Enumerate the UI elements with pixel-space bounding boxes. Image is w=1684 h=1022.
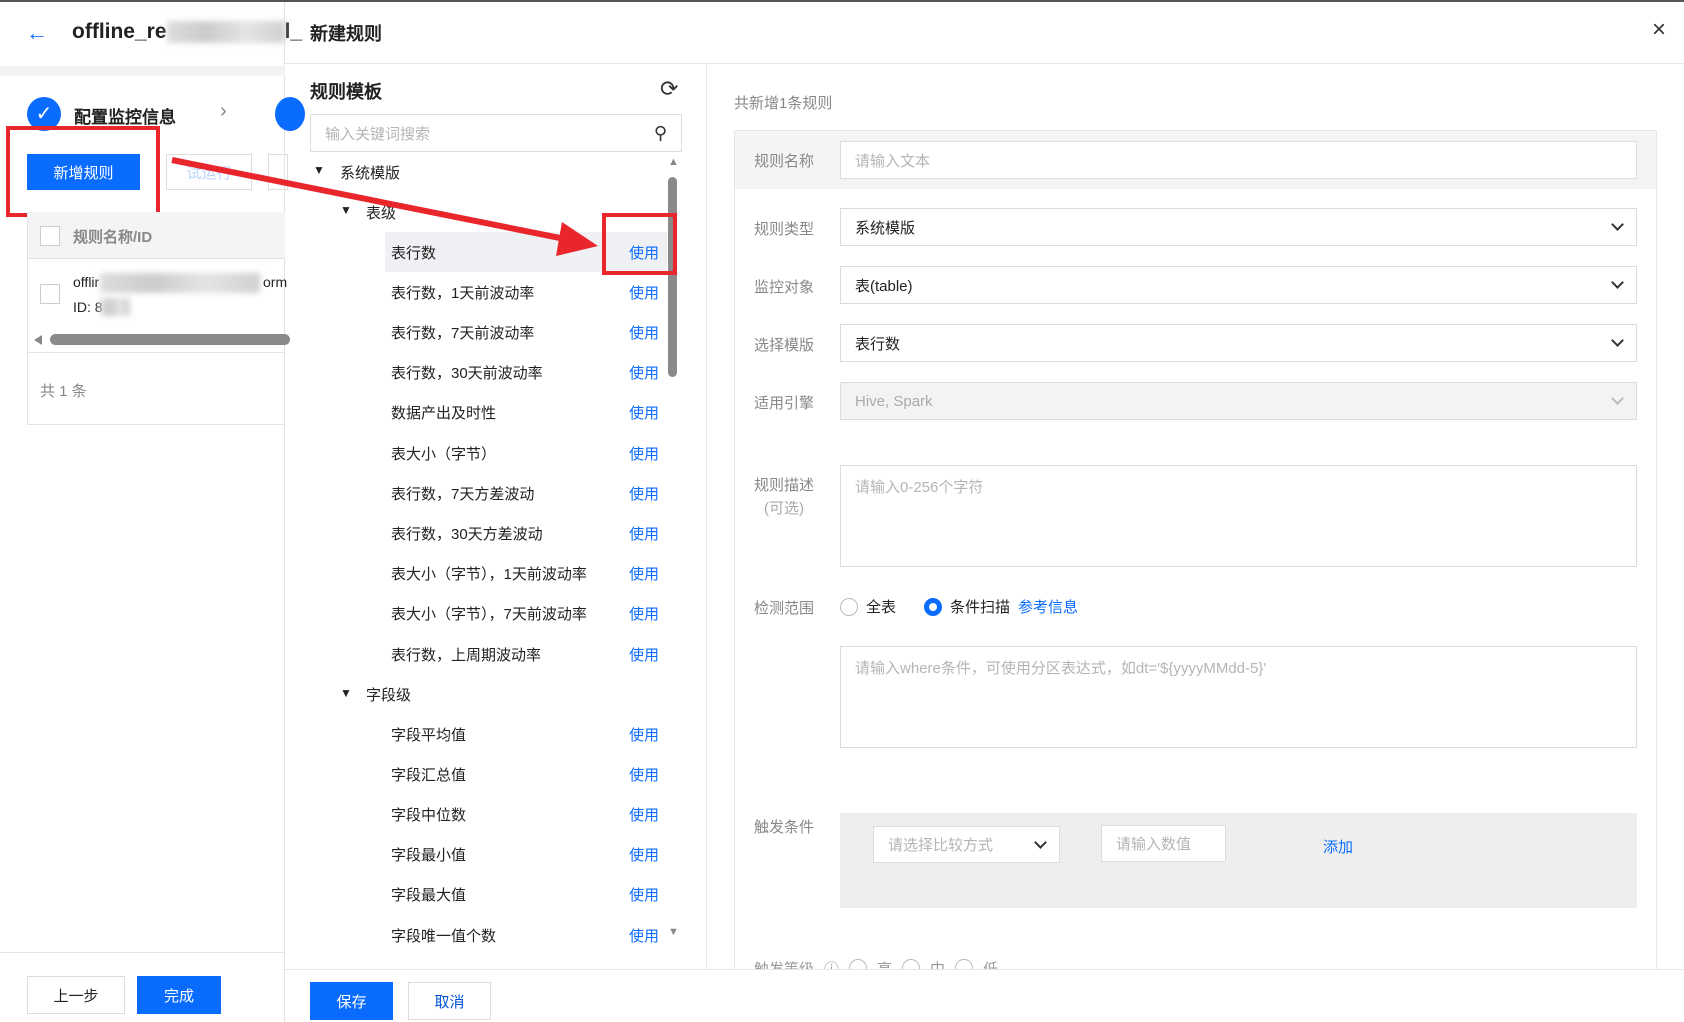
where-condition-textarea[interactable]: 请输入where条件，可使用分区表达式，如dt='${yyyyMMdd-5}'	[840, 646, 1637, 748]
threshold-input[interactable]: 请输入数值	[1101, 825, 1226, 862]
chevron-down-icon	[1611, 334, 1624, 347]
save-button[interactable]: 保存	[310, 982, 393, 1020]
rule-count-summary: 共新增1条规则	[734, 95, 833, 112]
engine-label: 适用引擎	[754, 395, 815, 412]
radio-cond-label: 条件扫描	[950, 599, 1011, 616]
trigger-label: 触发条件	[754, 819, 815, 836]
range-label: 检测范围	[754, 600, 815, 617]
monitor-object-label: 监控对象	[754, 279, 815, 296]
rule-name-label: 规则名称	[754, 153, 815, 170]
radio-full-table[interactable]	[840, 597, 858, 616]
optional-hint: (可选)	[764, 500, 804, 517]
rule-name-input[interactable]: 请输入文本	[840, 141, 1637, 179]
compare-method-select[interactable]: 请选择比较方式	[873, 826, 1060, 863]
reference-info-link[interactable]: 参考信息	[1018, 596, 1078, 617]
chevron-down-icon	[1611, 276, 1624, 289]
chevron-down-icon	[1611, 392, 1624, 405]
template-select[interactable]: 表行数	[840, 324, 1637, 362]
rule-type-label: 规则类型	[754, 221, 815, 238]
chevron-down-icon	[1611, 218, 1624, 231]
dialog-footer	[285, 969, 1684, 1022]
chevron-down-icon	[1034, 835, 1047, 849]
description-label: 规则描述	[754, 477, 815, 494]
radio-full-label: 全表	[866, 599, 897, 616]
rule-type-select[interactable]: 系统模版	[840, 208, 1637, 246]
cancel-button[interactable]: 取消	[408, 982, 491, 1020]
monitor-object-select[interactable]: 表(table)	[840, 266, 1637, 304]
radio-condition-scan[interactable]	[924, 597, 943, 616]
description-textarea[interactable]: 请输入0-256个字符	[840, 465, 1637, 567]
add-condition-link[interactable]: 添加	[1323, 836, 1353, 857]
template-label: 选择模版	[754, 337, 815, 354]
engine-select: Hive, Spark	[840, 382, 1637, 420]
